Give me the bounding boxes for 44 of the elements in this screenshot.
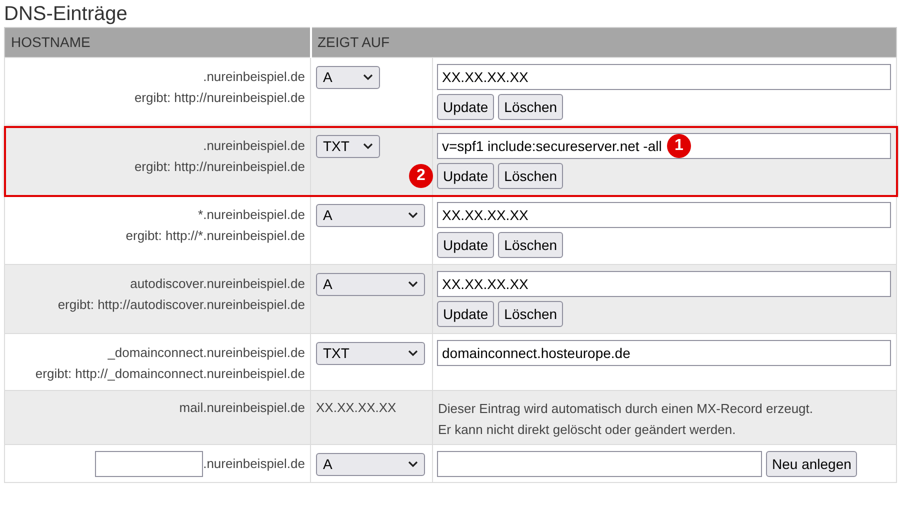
result-text: ergibt: http://nureinbeispiel.de: [133, 158, 305, 176]
value-field[interactable]: domainconnect.hosteurope.de: [437, 340, 891, 366]
type-select[interactable]: TXT: [316, 342, 425, 365]
type-select[interactable]: TXT: [316, 135, 380, 158]
update-button[interactable]: Update: [437, 232, 494, 258]
result-text: ergibt: http://autodiscover.nureinbeispiel.de: [56, 296, 305, 314]
annotation-marker: 2: [409, 164, 433, 188]
hostname-text: mail.nureinbeispiel.de: [178, 399, 305, 417]
chevron-down-icon: [408, 281, 418, 288]
value-field[interactable]: XX.XX.XX.XX: [437, 202, 891, 228]
hostname-text: *.nureinbeispiel.de: [197, 206, 305, 224]
type-select[interactable]: A: [316, 273, 425, 296]
delete-button[interactable]: Löschen: [498, 301, 564, 327]
chevron-down-icon: [408, 350, 418, 357]
hostname-field[interactable]: [95, 451, 204, 477]
value-field[interactable]: XX.XX.XX.XX: [437, 64, 891, 90]
value-field[interactable]: [437, 451, 762, 477]
note-text: Er kann nicht direkt gelöscht oder geändert werden.: [438, 421, 737, 439]
delete-button[interactable]: Löschen: [498, 232, 564, 258]
chevron-down-icon: [408, 461, 418, 468]
hostname-text: autodiscover.nureinbeispiel.de: [129, 275, 305, 293]
result-text: ergibt: http://_domainconnect.nureinbeispiel.de: [34, 365, 305, 383]
type-select[interactable]: A: [316, 204, 425, 227]
update-button[interactable]: Update: [437, 94, 494, 120]
type-select[interactable]: A: [316, 453, 425, 476]
delete-button[interactable]: Löschen: [498, 163, 564, 189]
chevron-down-icon: [408, 212, 418, 219]
delete-button[interactable]: Löschen: [498, 94, 564, 120]
chevron-down-icon: [363, 143, 373, 150]
result-text: ergibt: http://nureinbeispiel.de: [133, 89, 305, 107]
target-text: XX.XX.XX.XX: [316, 399, 398, 417]
page-title: DNS-Einträge: [3, 2, 128, 27]
update-button[interactable]: Update: [437, 163, 494, 189]
create-button[interactable]: Neu anlegen: [766, 451, 858, 477]
hostname-text: .nureinbeispiel.de: [202, 137, 305, 155]
hostname-text: _domainconnect.nureinbeispiel.de: [106, 344, 305, 362]
value-field[interactable]: XX.XX.XX.XX: [437, 271, 891, 297]
update-button[interactable]: Update: [437, 301, 494, 327]
chevron-down-icon: [363, 74, 373, 81]
domain-suffix: .nureinbeispiel.de: [203, 455, 305, 474]
result-text: ergibt: http://*.nureinbeispiel.de: [124, 227, 305, 245]
hostname-text: .nureinbeispiel.de: [202, 68, 305, 86]
type-select[interactable]: A: [316, 66, 380, 89]
note-text: Dieser Eintrag wird automatisch durch einen MX-Record erzeugt.: [438, 400, 814, 418]
